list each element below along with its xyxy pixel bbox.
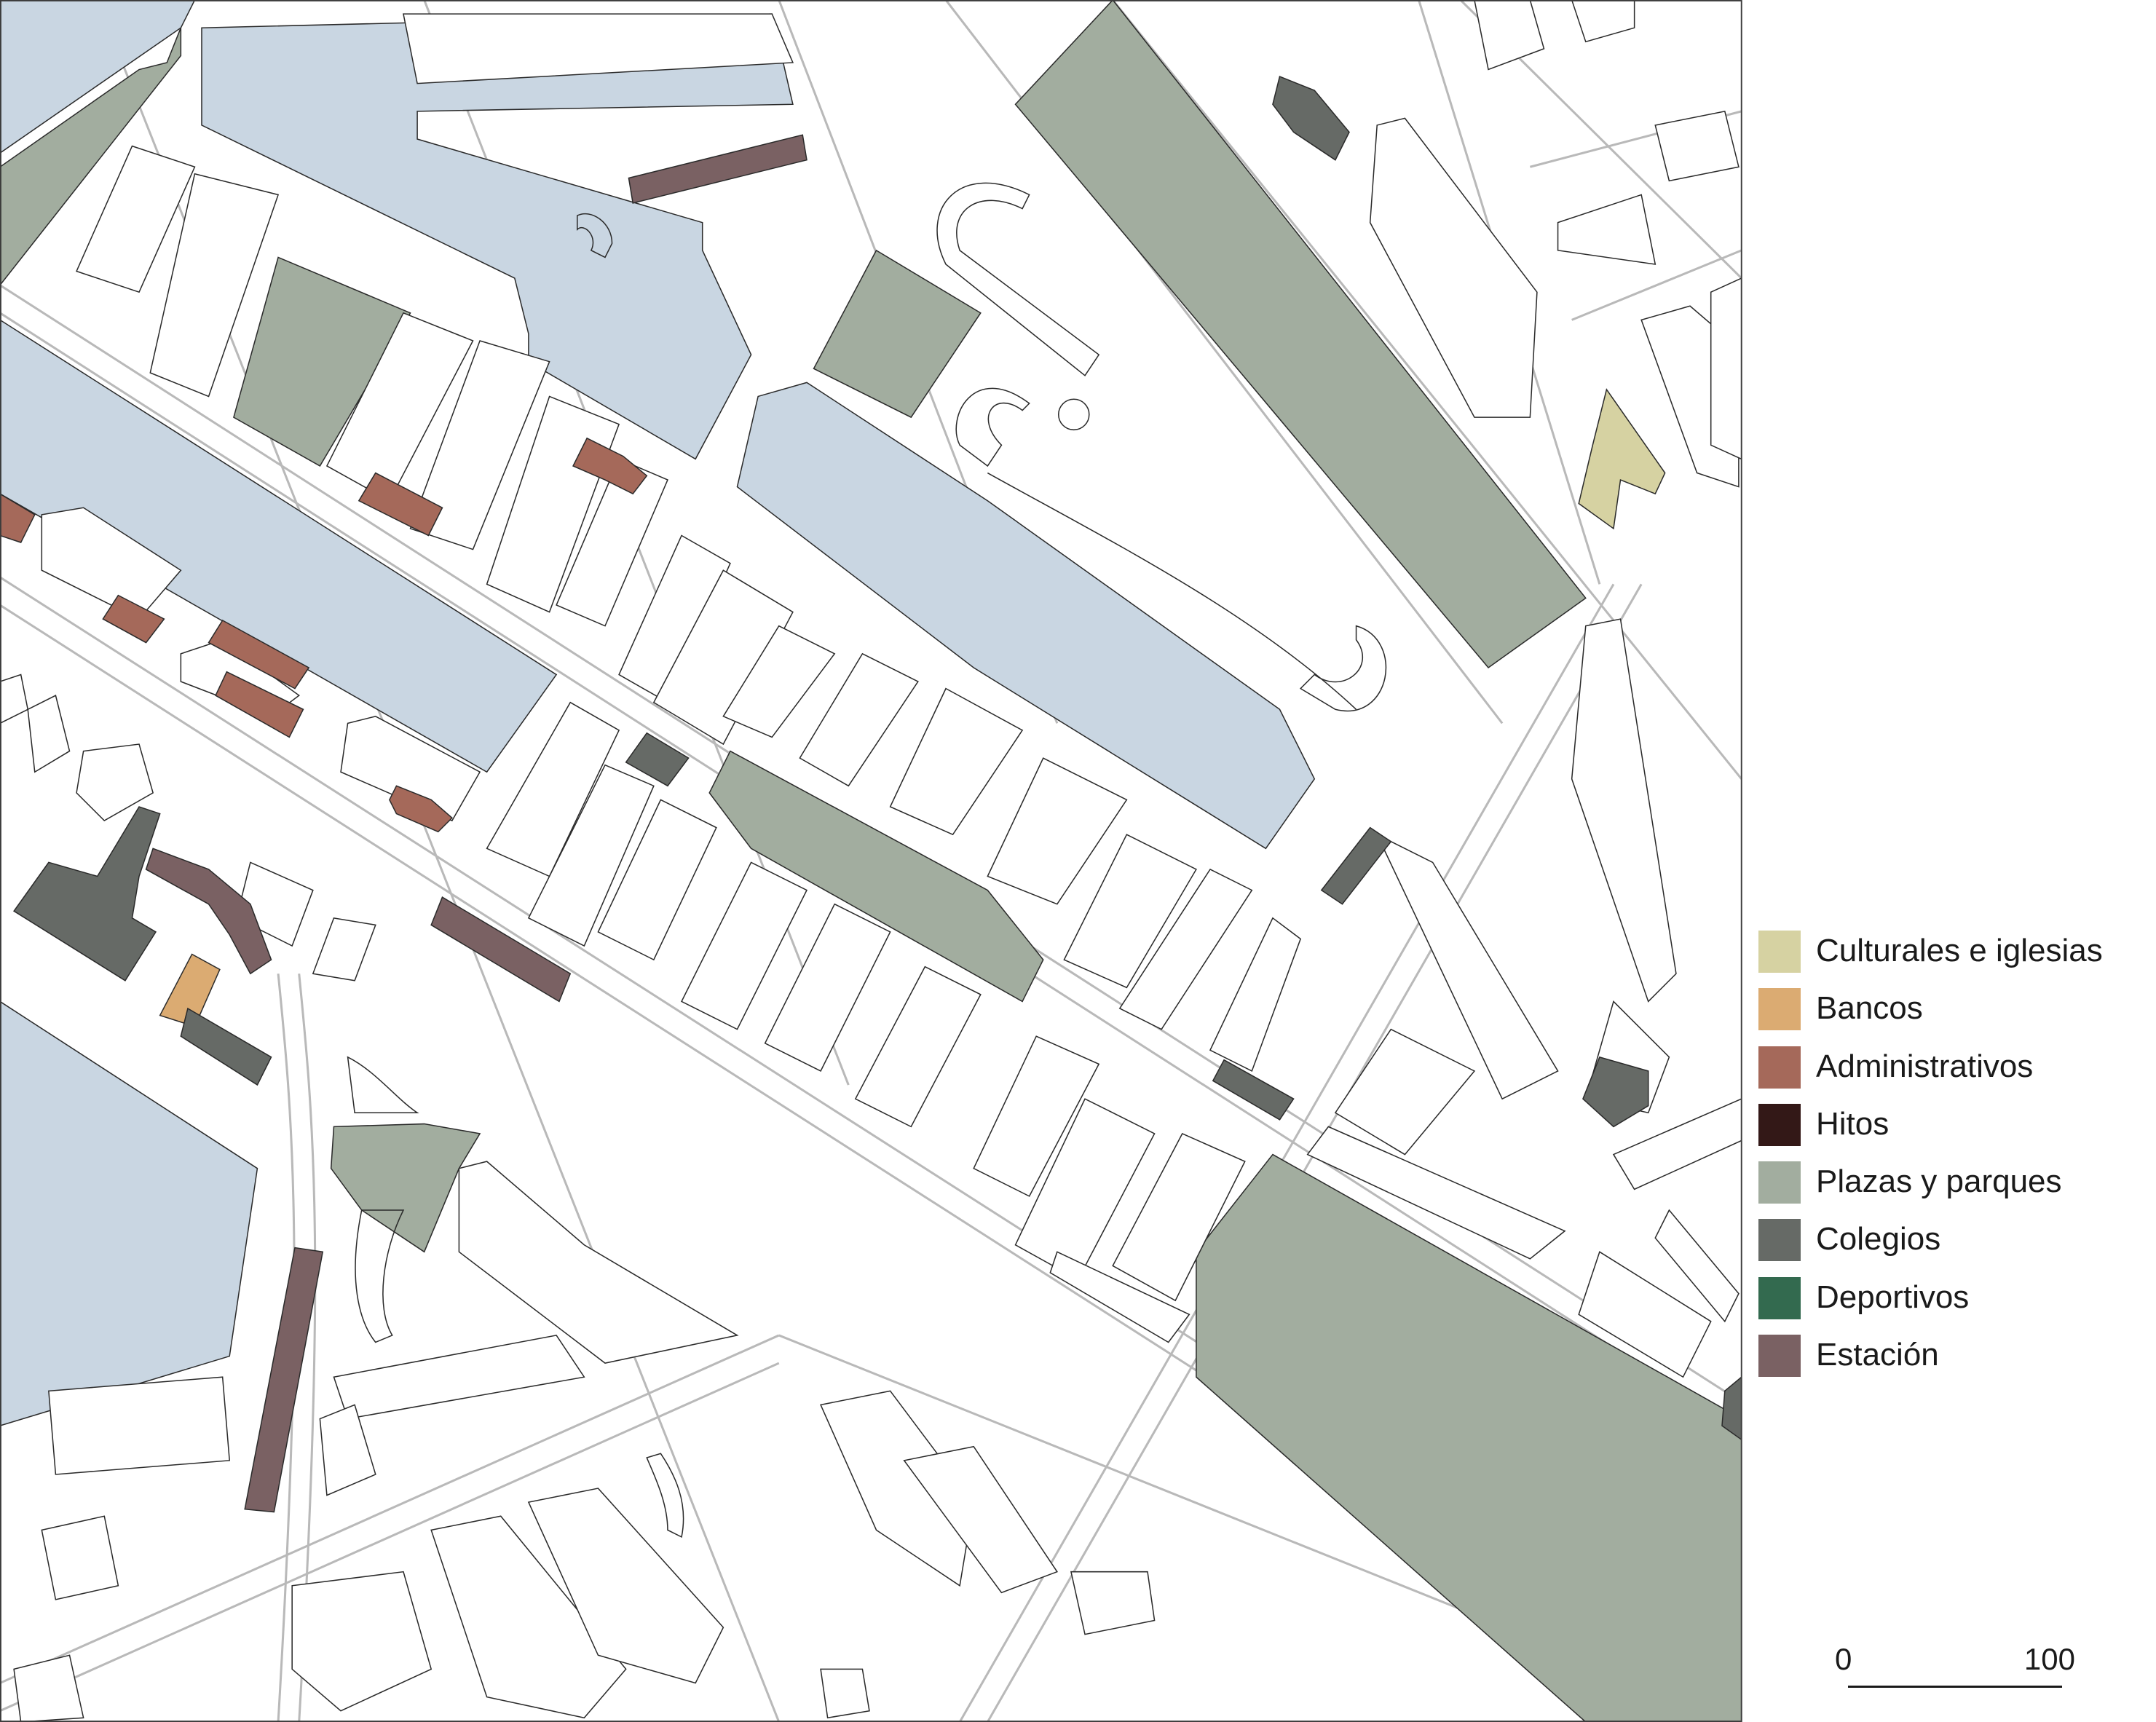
- legend-label-station: Estación: [1816, 1337, 1939, 1373]
- legend-swatch-schools: [1758, 1219, 1801, 1262]
- legend-label-schools: Colegios: [1816, 1221, 1941, 1257]
- legend-item-culture: Culturales e iglesias: [1758, 925, 2137, 982]
- legend-item-landmarks: Hitos: [1758, 1098, 2137, 1156]
- legend-swatch-parks: [1758, 1161, 1801, 1204]
- scale-bar-line: [1848, 1686, 2062, 1688]
- legend-label-landmarks: Hitos: [1816, 1105, 1890, 1142]
- city-map: [0, 0, 1742, 1722]
- legend-item-banks: Bancos: [1758, 982, 2137, 1040]
- scale-max-label: 100: [2023, 1642, 2075, 1676]
- legend-swatch-administrative: [1758, 1046, 1801, 1089]
- legend-swatch-banks: [1758, 988, 1801, 1031]
- legend-label-administrative: Administrativos: [1816, 1048, 2034, 1084]
- legend-item-parks: Plazas y parques: [1758, 1156, 2137, 1213]
- legend-swatch-station: [1758, 1335, 1801, 1378]
- legend-label-parks: Plazas y parques: [1816, 1164, 2062, 1200]
- legend-label-banks: Bancos: [1816, 990, 1923, 1027]
- legend-swatch-culture: [1758, 931, 1801, 973]
- legend-swatch-sports: [1758, 1276, 1801, 1319]
- legend-label-culture: Culturales e iglesias: [1816, 933, 2103, 968]
- scale-min-label: 0: [1835, 1642, 1852, 1676]
- legend-label-sports: Deportivos: [1816, 1279, 1970, 1315]
- legend-item-schools: Colegios: [1758, 1213, 2137, 1271]
- map-legend: Culturales e iglesias Bancos Administrat…: [1758, 925, 2137, 1386]
- scale-bar: 0 100: [1835, 1642, 2075, 1700]
- legend-item-sports: Deportivos: [1758, 1271, 2137, 1329]
- legend-swatch-landmarks: [1758, 1103, 1801, 1146]
- legend-item-administrative: Administrativos: [1758, 1040, 2137, 1098]
- legend-item-station: Estación: [1758, 1329, 2137, 1386]
